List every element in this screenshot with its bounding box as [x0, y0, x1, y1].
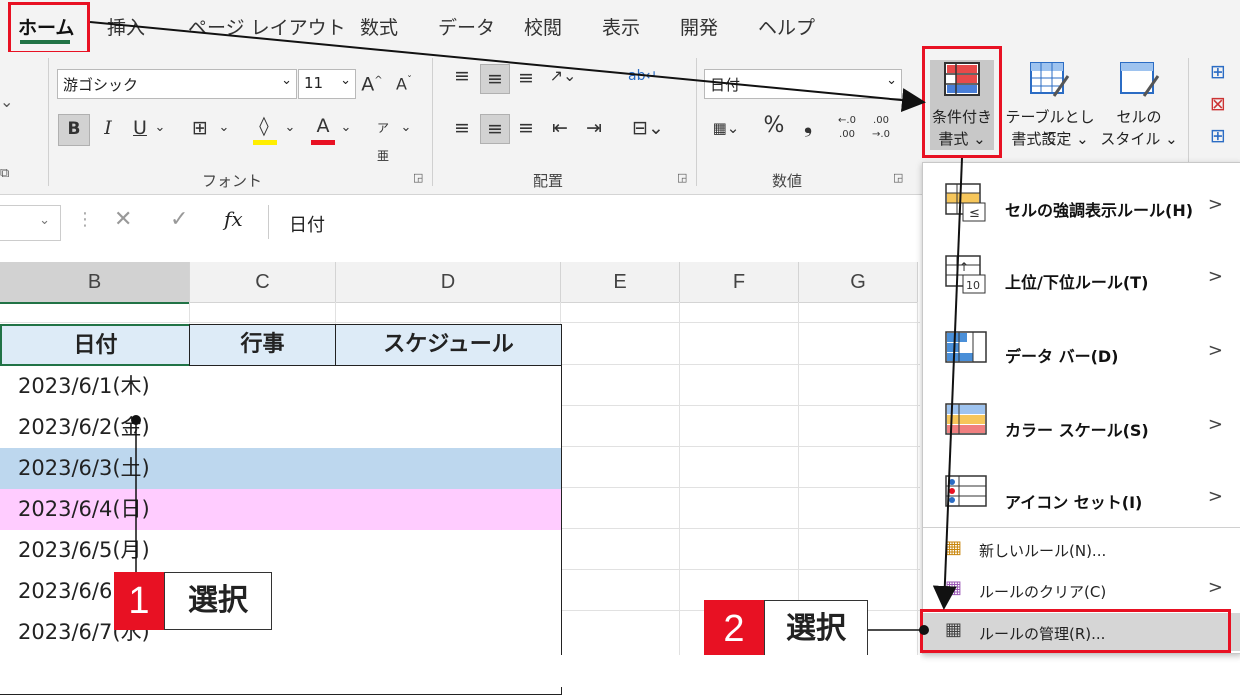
callout-1-text: 選択 [164, 572, 272, 630]
callout-2-number: 2 [704, 600, 764, 658]
callout-2-text: 選択 [764, 600, 868, 658]
callout-1-number: 1 [114, 572, 164, 630]
